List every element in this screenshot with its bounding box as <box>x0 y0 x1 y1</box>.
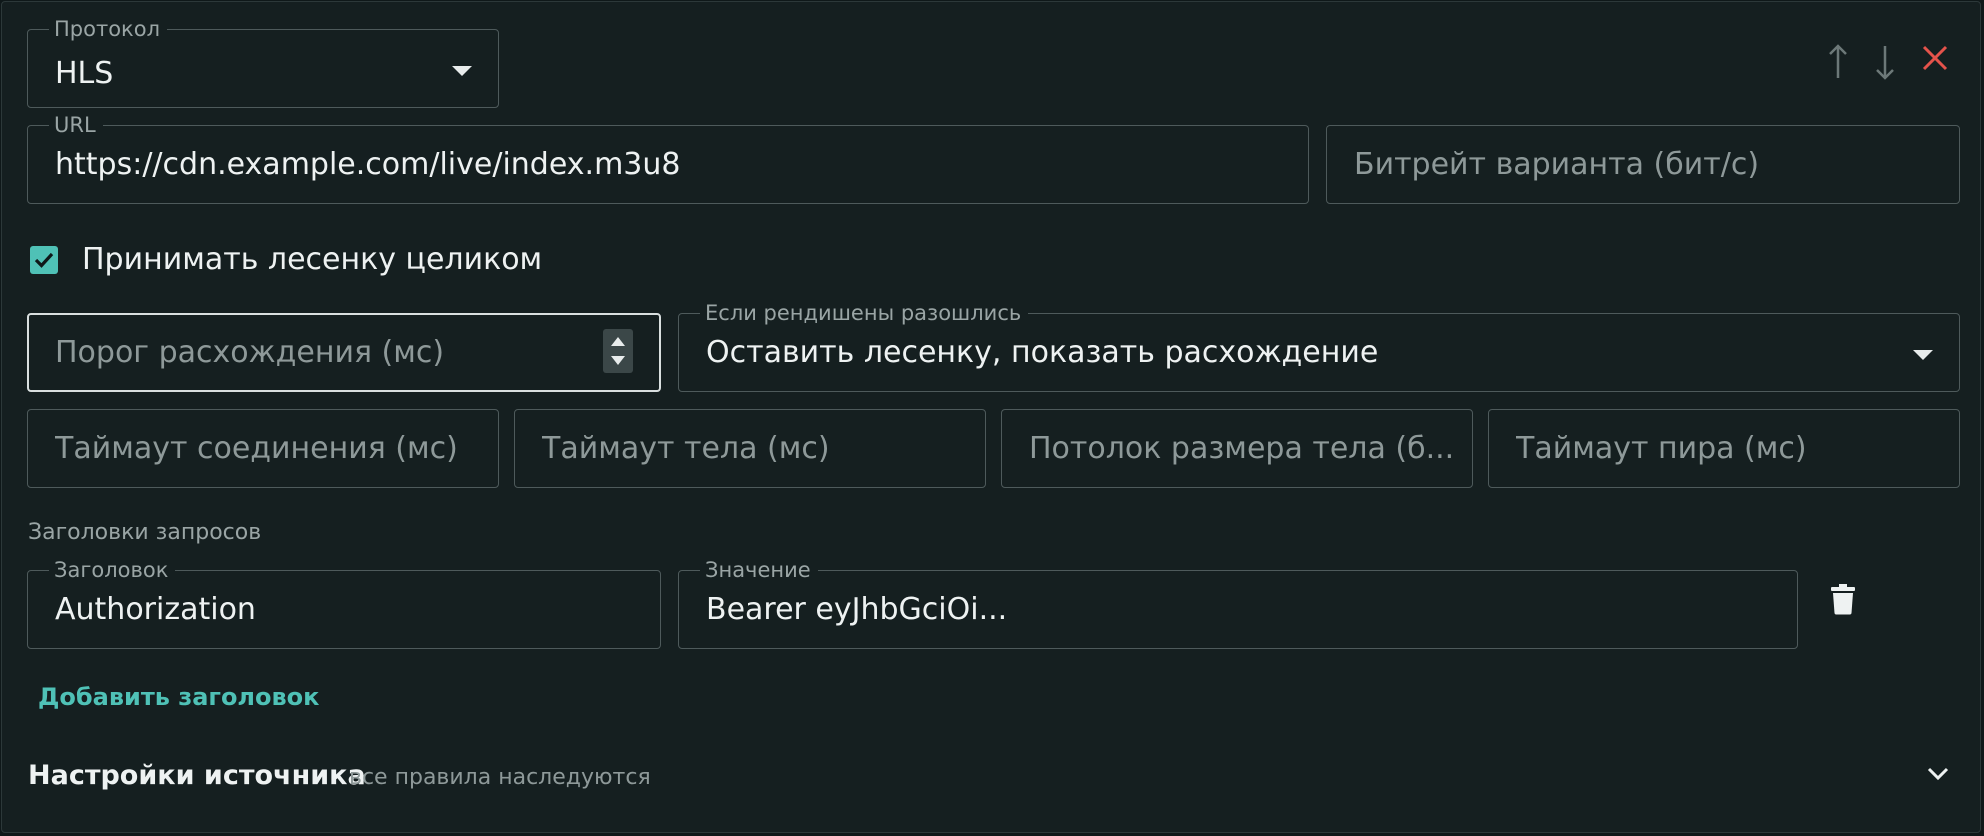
header-value-value: Bearer eyJhbGciOi... <box>706 592 1008 627</box>
accept-ladder-checkbox[interactable] <box>30 246 58 274</box>
chevron-down-icon <box>1927 767 1949 781</box>
move-down-button[interactable] <box>1873 42 1897 82</box>
protocol-value: HLS <box>55 56 114 91</box>
add-header-link[interactable]: Добавить заголовок <box>38 681 319 713</box>
remove-source-button[interactable] <box>1921 44 1949 72</box>
stepper-down-icon[interactable] <box>611 356 625 365</box>
close-icon <box>1922 45 1948 71</box>
source-settings-toggle[interactable] <box>1927 766 1949 781</box>
protocol-label: Протокол <box>49 16 168 42</box>
request-headers-label: Заголовки запросов <box>28 520 262 545</box>
caret-down-icon <box>452 66 472 76</box>
delete-header-button[interactable] <box>1830 583 1856 615</box>
variant-bitrate-input[interactable]: Битрейт варианта (бит/с) <box>1326 125 1960 204</box>
trash-icon <box>1831 584 1855 615</box>
body-timeout-placeholder: Таймаут тела (мс) <box>542 431 830 466</box>
protocol-select[interactable]: Протокол HLS <box>27 16 499 108</box>
number-stepper[interactable] <box>603 329 633 373</box>
renditions-policy-value: Оставить лесенку, показать расхождение <box>706 335 1379 370</box>
header-name-value: Authorization <box>55 592 256 627</box>
source-settings-title[interactable]: Настройки источника <box>28 759 366 793</box>
body-size-cap-placeholder: Потолок размера тела (б... <box>1029 431 1452 466</box>
header-value-input[interactable]: Значение Bearer eyJhbGciOi... <box>678 557 1798 649</box>
divergence-threshold-placeholder: Порог расхождения (мс) <box>55 335 445 370</box>
peer-timeout-input[interactable]: Таймаут пира (мс) <box>1488 409 1960 488</box>
header-name-input[interactable]: Заголовок Authorization <box>27 557 661 649</box>
move-up-button[interactable] <box>1826 42 1850 82</box>
variant-bitrate-placeholder: Битрейт варианта (бит/с) <box>1354 147 1760 182</box>
stream-source-card: Протокол HLS URL https://cdn.example.com… <box>1 1 1981 833</box>
caret-down-icon <box>1913 350 1933 360</box>
arrow-down-icon <box>1876 46 1894 80</box>
stepper-up-icon[interactable] <box>611 337 625 346</box>
arrow-up-icon <box>1829 44 1847 78</box>
checkmark-icon <box>34 252 54 268</box>
url-input[interactable]: URL https://cdn.example.com/live/index.m… <box>27 112 1309 204</box>
connect-timeout-placeholder: Таймаут соединения (мс) <box>55 431 458 466</box>
renditions-policy-select[interactable]: Если рендишены разошлись Оставить лесенк… <box>678 300 1960 392</box>
body-size-cap-input[interactable]: Потолок размера тела (б... <box>1001 409 1473 488</box>
url-value: https://cdn.example.com/live/index.m3u8 <box>55 147 681 182</box>
peer-timeout-placeholder: Таймаут пира (мс) <box>1516 431 1807 466</box>
accept-ladder-label[interactable]: Принимать лесенку целиком <box>82 242 542 278</box>
divergence-threshold-input[interactable]: Порог расхождения (мс) <box>27 313 661 392</box>
body-timeout-input[interactable]: Таймаут тела (мс) <box>514 409 986 488</box>
connect-timeout-input[interactable]: Таймаут соединения (мс) <box>27 409 499 488</box>
source-settings-subtitle: все правила наследуются <box>349 765 651 790</box>
